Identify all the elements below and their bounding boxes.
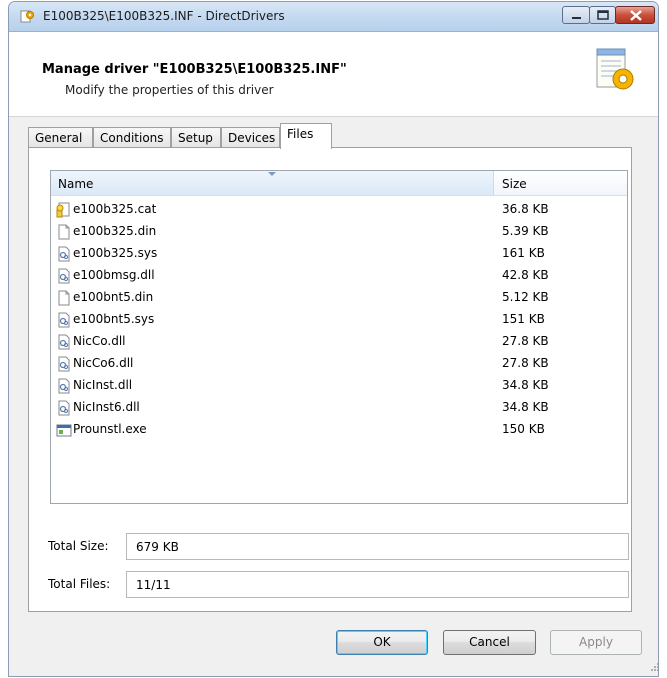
- total-size-label: Total Size:: [48, 539, 109, 553]
- file-row[interactable]: e100b325.cat 36.8 KB: [51, 199, 627, 221]
- system-file-icon: [56, 356, 72, 372]
- ok-button[interactable]: OK: [336, 630, 428, 655]
- file-name: e100bnt5.din: [73, 290, 154, 304]
- total-files-label: Total Files:: [48, 577, 111, 591]
- file-size: 5.39 KB: [502, 224, 549, 238]
- minimize-button[interactable]: [562, 6, 590, 24]
- maximize-button[interactable]: [589, 6, 616, 24]
- list-header: Name Size: [51, 171, 627, 196]
- file-size: 27.8 KB: [502, 356, 549, 370]
- file-size: 34.8 KB: [502, 400, 549, 414]
- file-row[interactable]: NicInst.dll 34.8 KB: [51, 375, 627, 397]
- file-name: e100b325.cat: [73, 202, 157, 216]
- file-row[interactable]: e100bnt5.din 5.12 KB: [51, 287, 627, 309]
- file-name: Prounstl.exe: [73, 422, 147, 436]
- file-size: 42.8 KB: [502, 268, 549, 282]
- system-file-icon: [56, 246, 72, 262]
- file-list[interactable]: Name Size e100b325.cat 36.8 KB e100b325.di…: [50, 170, 628, 504]
- resize-grip-icon[interactable]: [650, 662, 660, 672]
- file-row[interactable]: Prounstl.exe 150 KB: [51, 419, 627, 441]
- close-icon: [630, 10, 642, 21]
- file-row[interactable]: NicInst6.dll 34.8 KB: [51, 397, 627, 419]
- tab-setup[interactable]: Setup: [171, 127, 221, 148]
- file-name: e100b325.sys: [73, 246, 158, 260]
- system-file-icon: [56, 268, 72, 284]
- tab-general[interactable]: General: [28, 127, 93, 148]
- file-name: e100b325.din: [73, 224, 157, 238]
- tab-devices[interactable]: Devices: [221, 127, 280, 148]
- system-file-icon: [56, 334, 72, 350]
- file-size: 34.8 KB: [502, 378, 549, 392]
- file-row[interactable]: e100b325.din 5.39 KB: [51, 221, 627, 243]
- system-file-icon: [56, 312, 72, 328]
- file-name: NicCo6.dll: [73, 356, 134, 370]
- files-panel: Name Size e100b325.cat 36.8 KB e100b325.di…: [28, 147, 632, 612]
- catalog-icon: [56, 202, 72, 218]
- blank-file-icon: [56, 290, 72, 306]
- file-size: 5.12 KB: [502, 290, 549, 304]
- apply-button[interactable]: Apply: [550, 630, 642, 655]
- tab-conditions[interactable]: Conditions: [93, 127, 171, 148]
- file-row[interactable]: e100b325.sys 161 KB: [51, 243, 627, 265]
- file-size: 161 KB: [502, 246, 545, 260]
- file-row[interactable]: NicCo6.dll 27.8 KB: [51, 353, 627, 375]
- close-button[interactable]: [615, 6, 655, 24]
- file-name: e100bmsg.dll: [73, 268, 155, 282]
- column-header-name[interactable]: Name: [51, 171, 494, 195]
- file-size: 36.8 KB: [502, 202, 549, 216]
- executable-icon: [56, 422, 72, 438]
- sort-arrow-icon: [268, 172, 276, 176]
- document-gear-icon: [596, 48, 634, 90]
- file-name: NicInst.dll: [73, 378, 133, 392]
- file-name: e100bnt5.sys: [73, 312, 155, 326]
- file-row[interactable]: e100bnt5.sys 151 KB: [51, 309, 627, 331]
- total-files-value: 11/11: [136, 578, 171, 592]
- tab-files[interactable]: Files: [280, 123, 332, 149]
- minimize-icon: [572, 17, 581, 19]
- total-files-field: 11/11: [126, 571, 629, 598]
- file-size: 150 KB: [502, 422, 545, 436]
- file-row[interactable]: NicCo.dll 27.8 KB: [51, 331, 627, 353]
- file-name: NicCo.dll: [73, 334, 126, 348]
- header-subtitle: Modify the properties of this driver: [65, 83, 274, 97]
- title-bar[interactable]: E100B325\E100B325.INF - DirectDrivers: [9, 2, 658, 32]
- total-size-field: 679 KB: [126, 533, 629, 560]
- app-gear-icon: [20, 10, 34, 23]
- total-size-value: 679 KB: [136, 540, 179, 554]
- blank-file-icon: [56, 224, 72, 240]
- file-size: 151 KB: [502, 312, 545, 326]
- maximize-icon: [597, 10, 609, 20]
- header-title: Manage driver "E100B325\E100B325.INF": [42, 62, 347, 77]
- column-header-size[interactable]: Size: [494, 171, 624, 195]
- dialog-header: Manage driver "E100B325\E100B325.INF" Mo…: [9, 32, 658, 117]
- system-file-icon: [56, 378, 72, 394]
- file-name: NicInst6.dll: [73, 400, 140, 414]
- system-file-icon: [56, 400, 72, 416]
- file-row[interactable]: e100bmsg.dll 42.8 KB: [51, 265, 627, 287]
- file-size: 27.8 KB: [502, 334, 549, 348]
- window-title: E100B325\E100B325.INF - DirectDrivers: [43, 9, 285, 23]
- cancel-button[interactable]: Cancel: [443, 630, 536, 655]
